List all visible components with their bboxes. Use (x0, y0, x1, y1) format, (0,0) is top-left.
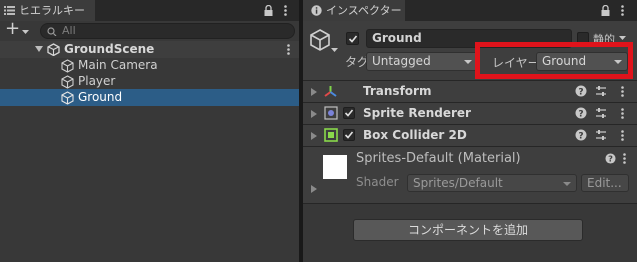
component-label: Transform (363, 84, 432, 98)
more-options-icon[interactable] (284, 5, 287, 16)
more-options-icon[interactable] (621, 130, 624, 141)
list-icon (4, 6, 15, 15)
list-item-label: Player (78, 74, 116, 88)
foldout-arrow-icon[interactable] (311, 110, 317, 118)
foldout-arrow-icon[interactable] (35, 46, 43, 53)
inspector-tabbar: インスペクター (303, 0, 637, 21)
gameobject-cube-icon (61, 59, 74, 73)
enabled-checkbox[interactable] (343, 107, 355, 119)
add-component-label: コンポーネントを追加 (407, 223, 528, 237)
list-item-label: Ground (78, 90, 123, 104)
gameobject-cube-icon (61, 75, 74, 89)
tab-hierarchy-label: ヒエラルキー (19, 4, 85, 17)
preset-sliders-icon[interactable] (595, 85, 607, 97)
help-icon[interactable]: ? (575, 107, 587, 119)
svg-text:?: ? (608, 154, 613, 164)
svg-text:?: ? (578, 110, 583, 120)
unity-scene-icon (47, 43, 60, 56)
shader-dropdown[interactable]: Sprites/Default (407, 174, 577, 192)
foldout-arrow-icon[interactable] (311, 132, 317, 140)
svg-text:?: ? (578, 132, 583, 142)
chevron-down-icon[interactable] (619, 36, 626, 40)
hierarchy-tabbar: ヒエラルキー (0, 0, 299, 21)
edit-button-label: Edit... (587, 176, 622, 190)
tab-inspector[interactable]: インスペクター (303, 0, 405, 21)
scene-more-options-icon[interactable] (287, 44, 290, 55)
preset-sliders-icon[interactable] (595, 129, 607, 141)
active-checkbox[interactable] (346, 32, 359, 45)
preset-sliders-icon[interactable] (595, 107, 607, 119)
transform-axes-icon (324, 86, 337, 97)
lock-icon[interactable] (601, 5, 610, 16)
search-icon (47, 27, 57, 36)
component-label: Box Collider 2D (363, 128, 467, 142)
chevron-down-icon[interactable] (331, 48, 338, 52)
more-options-icon[interactable] (623, 153, 626, 164)
shader-label: Shader (356, 175, 399, 189)
lock-icon[interactable] (264, 5, 273, 16)
hierarchy-toolbar: + All (0, 18, 299, 41)
help-icon[interactable]: ? (575, 85, 587, 97)
add-component-button[interactable]: コンポーネントを追加 (353, 219, 583, 241)
scene-row[interactable]: GroundScene (0, 41, 299, 58)
component-label: Sprite Renderer (363, 106, 471, 120)
foldout-arrow-icon[interactable] (311, 88, 317, 96)
help-icon[interactable]: ? (605, 153, 616, 164)
list-item-selected[interactable]: Ground (0, 89, 299, 106)
material-section: Sprites-Default (Material) ? Shader Spri… (303, 146, 637, 204)
box-collider-icon (324, 128, 338, 142)
svg-text:?: ? (578, 88, 583, 98)
shader-value: Sprites/Default (413, 176, 503, 190)
info-icon (311, 5, 322, 16)
tag-dropdown[interactable]: Untagged (366, 52, 478, 71)
component-transform[interactable]: Transform ? (303, 80, 637, 102)
tab-inspector-label: インスペクター (326, 4, 402, 17)
checkmark-icon (344, 131, 354, 139)
chevron-down-icon[interactable] (22, 30, 29, 34)
scene-name: GroundScene (64, 42, 155, 56)
inspector-panel: インスペクター Ground 静的 タグ Untagged レイヤー Groun… (303, 0, 637, 262)
hierarchy-panel: ヒエラルキー + All GroundScene Main Camera Pla… (0, 0, 299, 262)
help-icon[interactable]: ? (575, 129, 587, 141)
material-preview (323, 155, 347, 179)
tag-value: Untagged (372, 54, 431, 68)
checkmark-icon (348, 35, 358, 43)
foldout-arrow-icon[interactable] (311, 185, 317, 193)
search-placeholder: All (62, 24, 76, 37)
list-item[interactable]: Main Camera (0, 58, 299, 74)
gameobject-large-icon (310, 29, 330, 51)
chevron-down-icon (563, 182, 571, 186)
component-sprite-renderer[interactable]: Sprite Renderer ? (303, 102, 637, 124)
more-options-icon[interactable] (621, 5, 624, 16)
gameobject-cube-icon (61, 91, 74, 105)
add-button[interactable]: + (5, 18, 20, 39)
component-box-collider[interactable]: Box Collider 2D ? (303, 124, 637, 146)
checkmark-icon (344, 109, 354, 117)
object-name-value: Ground (372, 31, 422, 45)
search-field[interactable]: All (40, 23, 295, 39)
chevron-down-icon (464, 60, 472, 64)
more-options-icon[interactable] (621, 108, 624, 119)
highlight-box (475, 42, 633, 79)
material-name: Sprites-Default (Material) (356, 151, 521, 166)
more-options-icon[interactable] (621, 86, 624, 97)
list-item-label: Main Camera (78, 58, 158, 72)
enabled-checkbox[interactable] (343, 129, 355, 141)
list-item[interactable]: Player (0, 74, 299, 90)
sprite-renderer-icon (324, 106, 338, 120)
edit-shader-button[interactable]: Edit... (581, 174, 629, 192)
